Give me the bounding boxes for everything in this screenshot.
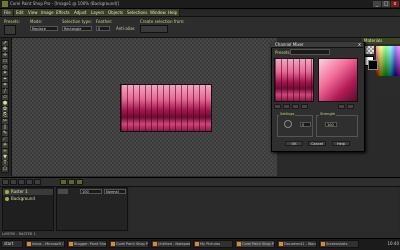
taskbar-item[interactable]: Untitled - Notepad	[151, 240, 191, 248]
preset-picker[interactable]	[4, 25, 16, 35]
cancel-button[interactable]: Cancel	[308, 141, 326, 146]
tool-options-bar	[0, 17, 400, 38]
layer-name: Background	[11, 196, 35, 201]
background-color-swatch[interactable]	[368, 60, 378, 70]
taskbar-item[interactable]: Blogger: Paint Shop Pro	[67, 240, 107, 248]
layer-thumbnail	[58, 189, 68, 194]
reset-button[interactable]	[347, 104, 354, 109]
antialias-checkbox[interactable]: Anti-alias	[116, 26, 135, 31]
maximize-button[interactable]: □	[382, 1, 390, 7]
layer-name: Raster 1	[11, 189, 28, 194]
transparent-swatch[interactable]	[364, 46, 374, 54]
taskbar-item[interactable]: Inbox - Microsoft Outlook	[25, 240, 65, 248]
presets-label: Presets:	[4, 19, 20, 24]
color-spectrum[interactable]	[376, 46, 400, 76]
image-canvas[interactable]	[120, 84, 212, 132]
ok-button[interactable]: OK	[285, 141, 303, 146]
menu-file[interactable]: File	[2, 9, 14, 16]
dialog-presets-label: Presets:	[275, 50, 291, 55]
settings-group-label: Settings	[279, 112, 296, 116]
help-button[interactable]: Help	[332, 141, 350, 146]
layers-empty-area	[130, 187, 398, 231]
proof-button[interactable]	[301, 104, 308, 109]
create-selection-buttons[interactable]	[140, 25, 168, 33]
taskbar-item[interactable]: Screenshots	[319, 240, 359, 248]
feather-label: Feather:	[96, 19, 113, 24]
link-layer-button[interactable]	[60, 179, 67, 185]
create-selection-label: Create selection from:	[140, 19, 185, 24]
menu-objects[interactable]: Objects	[106, 9, 127, 16]
strength-group-label: Strength	[319, 112, 337, 116]
pan-button[interactable]	[292, 104, 299, 109]
menu-selections[interactable]: Selections	[125, 9, 151, 16]
angle-dial[interactable]	[284, 120, 292, 128]
dialog-close-button[interactable]: x	[356, 42, 363, 48]
new-layer-button[interactable]	[2, 179, 9, 185]
close-button[interactable]: x	[391, 1, 399, 7]
lock-layer-button[interactable]	[68, 179, 75, 185]
selection-type-select[interactable]: Rectangle	[62, 26, 92, 31]
preview-before[interactable]	[274, 58, 314, 102]
visibility-button[interactable]	[76, 179, 83, 185]
mode-label: Mode:	[30, 19, 43, 24]
randomize-button[interactable]	[338, 104, 345, 109]
preset-shape-tool[interactable]: ⬠	[1, 166, 9, 173]
start-button[interactable]: start	[1, 240, 23, 248]
mode-select[interactable]: Replace	[30, 26, 58, 31]
feather-field[interactable]: 0	[96, 26, 110, 31]
selection-type-label: Selection type:	[62, 19, 92, 24]
layer-row[interactable]: Raster 1	[3, 189, 53, 195]
taskbar-item-active[interactable]: Corel Paint Shop Photo	[235, 240, 275, 248]
window-title: Corel Paint Shop Pro - [Image1 @ 100% (B…	[10, 1, 119, 6]
blend-mode-select[interactable]: Normal	[104, 189, 126, 194]
strength-value-field[interactable]: 100	[325, 122, 337, 127]
materials-title: Materials	[362, 38, 400, 44]
clock: 10:40	[387, 241, 399, 246]
taskbar-item[interactable]: Corel Paint Shop Pro	[109, 240, 149, 248]
visibility-eye-icon[interactable]	[5, 190, 9, 194]
zoom-in-button[interactable]	[274, 104, 281, 109]
layers-palette-label: LAYERS - RASTER 1	[2, 232, 36, 236]
menu-layers[interactable]: Layers	[89, 9, 108, 16]
menu-adjust[interactable]: Adjust	[72, 9, 90, 16]
zoom-out-button[interactable]	[283, 104, 290, 109]
taskbar-item[interactable]: My Pictures	[193, 240, 233, 248]
preview-after[interactable]	[318, 58, 358, 102]
duplicate-layer-button[interactable]	[18, 179, 25, 185]
visibility-eye-icon[interactable]	[5, 197, 9, 201]
menu-edit[interactable]: Edit	[14, 9, 27, 16]
minimize-button[interactable]: _	[373, 1, 381, 7]
app-icon	[2, 1, 8, 7]
layer-row[interactable]: Background	[3, 196, 53, 202]
dialog-title: Channel Mixer	[271, 42, 363, 48]
delete-layer-button[interactable]	[26, 179, 33, 185]
taskbar-item[interactable]: Document1 - Word	[277, 240, 317, 248]
title-bar: Corel Paint Shop Pro - [Image1 @ 100% (B…	[0, 0, 400, 9]
dialog-presets-select[interactable]	[290, 49, 330, 55]
settings-value-field[interactable]: 0	[300, 122, 311, 127]
layer-properties-button[interactable]	[34, 179, 41, 185]
opacity-field[interactable]: 100	[80, 189, 102, 194]
strength-group	[316, 115, 358, 137]
new-mask-button[interactable]	[10, 179, 17, 185]
menu-effects[interactable]: Effects	[54, 9, 73, 16]
menu-help[interactable]: Help	[166, 9, 181, 16]
